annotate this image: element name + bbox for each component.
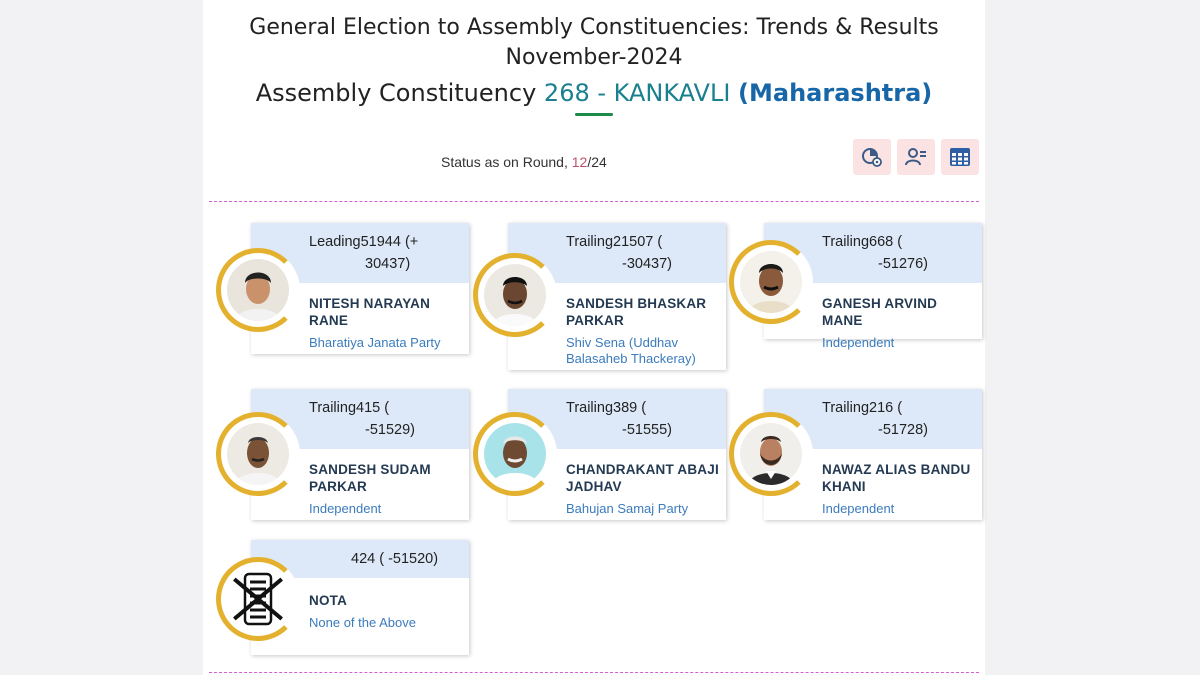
candidate-party: Bharatiya Janata Party xyxy=(309,335,441,350)
round-status: Status as on Round, 12/24 xyxy=(441,154,607,170)
heading-underline xyxy=(575,113,613,116)
candidate-name-line1: NITESH NARAYAN xyxy=(309,296,431,311)
candidate-name: GANESH ARVIND MANE xyxy=(822,296,938,328)
nota-ballot-icon xyxy=(231,572,285,626)
candidate-photo xyxy=(235,272,281,321)
table-grid-icon xyxy=(950,148,970,166)
candidate-avatar xyxy=(216,412,300,496)
divider-bottom xyxy=(209,672,979,673)
candidate-status-line1: Leading51944 (+ xyxy=(309,234,419,250)
candidate-photo xyxy=(492,277,538,326)
candidate-party: Independent xyxy=(822,335,895,350)
candidate-photo xyxy=(235,437,281,485)
candidate-avatar xyxy=(729,240,813,324)
candidate-avatar xyxy=(473,253,557,337)
constituency-number: 268 - KANKAVLI xyxy=(543,79,731,107)
candidate-party-line1: Shiv Sena (Uddhav xyxy=(566,335,679,350)
candidate-status-line2: 30437) xyxy=(365,256,411,272)
chart-settings-icon xyxy=(862,148,882,167)
candidate-name-line1: CHANDRAKANT ABAJI xyxy=(566,462,719,477)
candidate-list-button[interactable] xyxy=(897,139,935,175)
candidate-avatar xyxy=(473,412,557,496)
constituency-state: (Maharashtra) xyxy=(738,79,933,107)
candidate-status-line1: Trailing21507 ( xyxy=(566,234,663,250)
candidate-party: Independent xyxy=(822,501,895,516)
candidate-status-line2: -51529) xyxy=(365,422,415,438)
candidate-photo xyxy=(492,436,538,485)
candidate-name-line1: SANDESH BHASKAR xyxy=(566,296,707,311)
view-toolbar xyxy=(853,139,979,175)
round-total: /24 xyxy=(587,154,607,170)
round-status-prefix: Status as on Round, xyxy=(441,154,568,170)
candidate-status-line2: -51276) xyxy=(878,256,928,272)
constituency-prefix: Assembly Constituency xyxy=(255,79,537,107)
constituency-heading: Assembly Constituency 268 - KANKAVLI (Ma… xyxy=(203,77,985,109)
candidate-name-line1: SANDESH SUDAM xyxy=(309,462,431,477)
candidate-name-line2: JADHAV xyxy=(566,479,622,494)
candidate-list-icon xyxy=(905,148,926,166)
candidate-photo xyxy=(748,436,794,485)
page-title: General Election to Assembly Constituenc… xyxy=(249,15,939,40)
page-subtitle: November-2024 xyxy=(505,45,683,70)
candidate-name: SANDESH BHASKAR PARKAR xyxy=(566,295,720,329)
candidate-name: NAWAZ ALIAS BANDU KHANI xyxy=(822,461,976,495)
candidate-status-line2: -51555) xyxy=(622,422,672,438)
chart-settings-button[interactable] xyxy=(853,139,891,175)
candidate-name-line2: PARKAR xyxy=(309,479,367,494)
candidate-status-line2: -51728) xyxy=(878,422,928,438)
candidate-avatar xyxy=(729,412,813,496)
nota-description: None of the Above xyxy=(309,615,416,630)
nota-name: NOTA xyxy=(309,593,348,608)
candidate-party-line2: Balasaheb Thackeray) xyxy=(566,351,696,366)
candidate-photo xyxy=(748,264,794,313)
candidate-avatar xyxy=(216,248,300,332)
candidate-name-line2: RANE xyxy=(309,313,349,328)
candidate-status-line1: Trailing389 ( xyxy=(566,400,647,416)
candidate-status-line1: Trailing216 ( xyxy=(822,400,903,416)
nota-avatar xyxy=(216,557,300,641)
table-grid-button[interactable] xyxy=(941,139,979,175)
candidate-name: SANDESH SUDAM PARKAR xyxy=(309,461,463,495)
candidate-name-line2: PARKAR xyxy=(566,313,624,328)
round-current: 12 xyxy=(571,154,588,170)
candidate-name-line1: NAWAZ ALIAS BANDU xyxy=(822,462,971,477)
candidate-name: NITESH NARAYAN RANE xyxy=(309,295,463,329)
candidate-status-line2: -30437) xyxy=(622,256,672,272)
results-panel: General Election to Assembly Constituenc… xyxy=(203,0,985,675)
candidate-party: Shiv Sena (Uddhav Balasaheb Thackeray) xyxy=(566,335,720,367)
candidate-name: CHANDRAKANT ABAJI JADHAV xyxy=(566,461,720,495)
candidate-status-line1: Trailing415 ( xyxy=(309,400,390,416)
candidate-party: Bahujan Samaj Party xyxy=(566,501,689,516)
candidate-name-line2: KHANI xyxy=(822,479,866,494)
candidate-status-line1: Trailing668 ( xyxy=(822,234,903,250)
candidate-party: Independent xyxy=(309,501,382,516)
row-spacer xyxy=(209,375,979,376)
divider-top xyxy=(209,201,979,202)
